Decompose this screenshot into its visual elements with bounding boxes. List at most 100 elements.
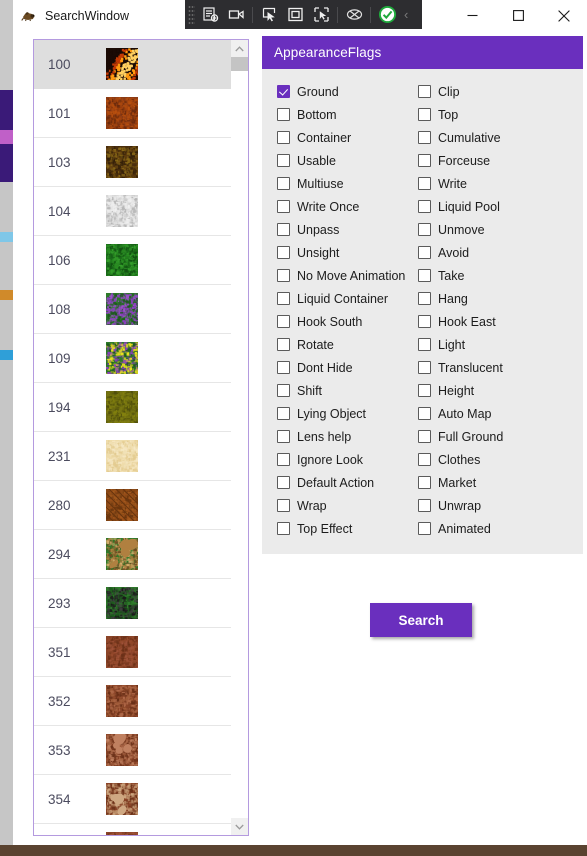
scrollbar-thumb[interactable] [231,57,248,71]
checkbox-no-move-animation[interactable]: No Move Animation [262,264,405,287]
checkbox-unchecked-icon[interactable] [418,522,431,535]
checkbox-unchecked-icon[interactable] [277,292,290,305]
checkbox-unchecked-icon[interactable] [277,499,290,512]
checkbox-unchecked-icon[interactable] [418,292,431,305]
checkbox-unchecked-icon[interactable] [277,384,290,397]
checkbox-unchecked-icon[interactable] [418,108,431,121]
checkbox-unchecked-icon[interactable] [277,430,290,443]
list-item[interactable] [34,824,233,835]
checkbox-clothes[interactable]: Clothes [404,448,583,471]
select-element-camera-icon[interactable] [223,3,249,26]
checkbox-unchecked-icon[interactable] [418,269,431,282]
checkbox-unchecked-icon[interactable] [418,315,431,328]
checkbox-unchecked-icon[interactable] [277,269,290,282]
checkbox-container[interactable]: Container [262,126,404,149]
checkbox-unchecked-icon[interactable] [418,499,431,512]
toolbar-drag-grip[interactable] [188,5,195,24]
list-item[interactable]: 231 [34,432,233,481]
checkbox-top-effect[interactable]: Top Effect [262,517,404,540]
minimize-button[interactable] [449,0,495,31]
checkbox-height[interactable]: Height [404,379,583,402]
list-item[interactable]: 352 [34,677,233,726]
checkbox-unmove[interactable]: Unmove [404,218,583,241]
checkbox-shift[interactable]: Shift [262,379,404,402]
checkbox-unchecked-icon[interactable] [277,522,290,535]
list-item[interactable]: 108 [34,285,233,334]
checkbox-unchecked-icon[interactable] [418,177,431,190]
checkbox-dont-hide[interactable]: Dont Hide [262,356,404,379]
checkbox-unchecked-icon[interactable] [277,200,290,213]
checkbox-unchecked-icon[interactable] [418,200,431,213]
object-list[interactable]: 100 101 103 104 106 108 109 194 231 280 294 293 351 3… [33,39,249,836]
checkbox-unchecked-icon[interactable] [277,154,290,167]
checkbox-unchecked-icon[interactable] [418,338,431,351]
checkbox-unchecked-icon[interactable] [277,223,290,236]
search-button[interactable]: Search [370,603,472,637]
maximize-button[interactable] [495,0,541,31]
checkbox-unchecked-icon[interactable] [418,223,431,236]
checkbox-multiuse[interactable]: Multiuse [262,172,404,195]
checkbox-checked-icon[interactable] [277,85,290,98]
checkbox-unchecked-icon[interactable] [277,131,290,144]
scroll-down-arrow-icon[interactable] [231,818,248,835]
track-focused-element-icon[interactable] [308,3,334,26]
checkbox-unchecked-icon[interactable] [418,85,431,98]
checkbox-avoid[interactable]: Avoid [404,241,583,264]
checkbox-unchecked-icon[interactable] [418,453,431,466]
checkbox-unchecked-icon[interactable] [418,476,431,489]
object-list-scrollbar[interactable] [231,40,248,835]
list-item[interactable]: 104 [34,187,233,236]
checkbox-hook-south[interactable]: Hook South [262,310,404,333]
checkbox-liquid-pool[interactable]: Liquid Pool [404,195,583,218]
list-item[interactable]: 293 [34,579,233,628]
list-item[interactable]: 353 [34,726,233,775]
checkbox-unchecked-icon[interactable] [418,407,431,420]
preview-selection-icon[interactable] [341,3,367,26]
list-item[interactable]: 354 [34,775,233,824]
checkbox-liquid-container[interactable]: Liquid Container [262,287,404,310]
checkbox-lens-help[interactable]: Lens help [262,425,404,448]
checkbox-ignore-look[interactable]: Ignore Look [262,448,404,471]
checkbox-write[interactable]: Write [404,172,583,195]
checkbox-forceuse[interactable]: Forceuse [404,149,583,172]
checkbox-cumulative[interactable]: Cumulative [404,126,583,149]
checkbox-clip[interactable]: Clip [404,80,583,103]
list-item[interactable]: 106 [34,236,233,285]
checkbox-unchecked-icon[interactable] [418,131,431,144]
checkbox-unchecked-icon[interactable] [418,361,431,374]
xaml-hot-reload-check-icon[interactable] [374,3,400,26]
list-item[interactable]: 280 [34,481,233,530]
checkbox-wrap[interactable]: Wrap [262,494,404,517]
checkbox-unchecked-icon[interactable] [277,315,290,328]
go-to-live-visual-tree-icon[interactable] [197,3,223,26]
checkbox-auto-map[interactable]: Auto Map [404,402,583,425]
display-layout-adorner-icon[interactable] [282,3,308,26]
checkbox-unchecked-icon[interactable] [418,430,431,443]
checkbox-unchecked-icon[interactable] [277,108,290,121]
checkbox-unchecked-icon[interactable] [418,384,431,397]
checkbox-unchecked-icon[interactable] [418,246,431,259]
checkbox-translucent[interactable]: Translucent [404,356,583,379]
checkbox-light[interactable]: Light [404,333,583,356]
checkbox-unchecked-icon[interactable] [277,453,290,466]
checkbox-unchecked-icon[interactable] [277,246,290,259]
checkbox-hook-east[interactable]: Hook East [404,310,583,333]
scroll-up-arrow-icon[interactable] [231,40,248,57]
checkbox-usable[interactable]: Usable [262,149,404,172]
toolbar-overflow-chevron-icon[interactable]: ‹ [404,7,408,22]
list-item[interactable]: 100 [34,40,233,89]
checkbox-default-action[interactable]: Default Action [262,471,404,494]
checkbox-write-once[interactable]: Write Once [262,195,404,218]
checkbox-take[interactable]: Take [404,264,583,287]
checkbox-bottom[interactable]: Bottom [262,103,404,126]
checkbox-unwrap[interactable]: Unwrap [404,494,583,517]
checkbox-hang[interactable]: Hang [404,287,583,310]
close-button[interactable] [541,0,587,31]
checkbox-unpass[interactable]: Unpass [262,218,404,241]
checkbox-top[interactable]: Top [404,103,583,126]
checkbox-animated[interactable]: Animated [404,517,583,540]
list-item[interactable]: 103 [34,138,233,187]
list-item[interactable]: 194 [34,383,233,432]
enable-selection-cursor-icon[interactable] [256,3,282,26]
checkbox-market[interactable]: Market [404,471,583,494]
